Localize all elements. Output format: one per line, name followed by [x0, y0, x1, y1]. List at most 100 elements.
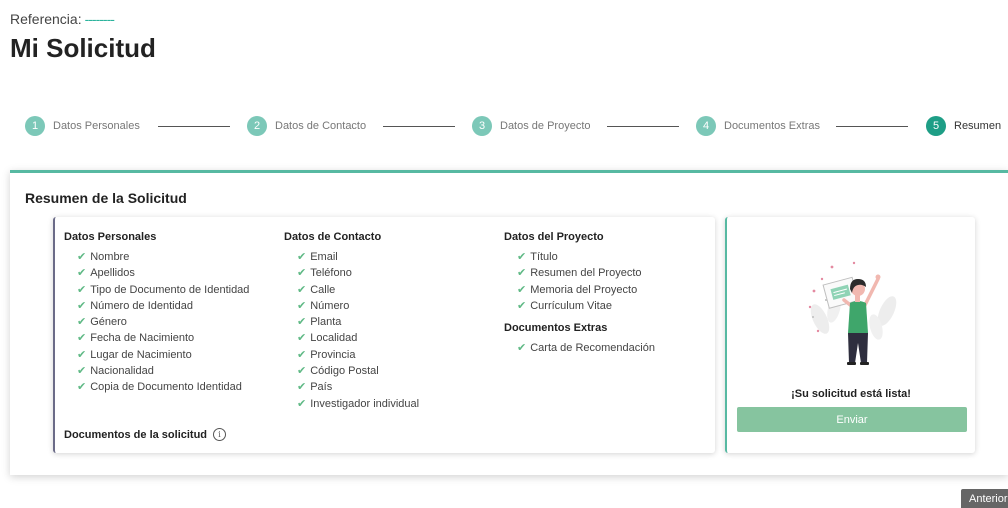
checked-item: ✔ Nacionalidad [77, 363, 249, 379]
check-icon: ✔ [77, 283, 87, 296]
checked-item-label: Número de Identidad [90, 299, 193, 312]
check-icon: ✔ [297, 348, 307, 361]
step-label: Resumen [954, 120, 1002, 132]
step-label: Datos Personales [53, 120, 140, 132]
checked-item-label: Tipo de Documento de Identidad [90, 283, 250, 296]
check-icon: ✔ [77, 332, 87, 345]
page-title: Mi Solicitud [10, 33, 156, 63]
checked-item: ✔ Investigador individual [297, 396, 419, 412]
send-button[interactable]: Enviar [737, 407, 967, 432]
checked-item-label: Copia de Documento Identidad [90, 381, 242, 394]
contact-data-column: Datos de Contacto ✔ Email ✔ Teléfono ✔ Calle ✔… [284, 231, 419, 412]
checked-item-label: Provincia [310, 348, 356, 361]
checked-item-label: Resumen del Proyecto [530, 267, 642, 280]
step-label: Datos de Contacto [275, 120, 367, 132]
check-icon: ✔ [517, 251, 527, 263]
checked-item: ✔ País [297, 379, 419, 395]
checked-item-label: Calle [310, 283, 336, 296]
checked-item-label: Email [310, 251, 338, 263]
personal-data-list: ✔ Nombre ✔ Apellidos ✔ Tipo de Documento de I… [64, 249, 249, 396]
checked-item-label: Localidad [310, 332, 358, 345]
checked-item-label: Currículum Vitae [530, 299, 612, 312]
checked-item: ✔ Teléfono [297, 265, 419, 281]
ready-message: ¡Su solicitud está lista! [791, 388, 911, 400]
step-number: 1 [25, 116, 45, 136]
checked-item-label: Lugar de Nacimiento [90, 348, 192, 361]
summary-card: Resumen de la Solicitud Datos Personales… [10, 170, 1008, 475]
check-icon: ✔ [297, 332, 307, 345]
checked-item: ✔ Código Postal [297, 363, 419, 379]
step-number: 3 [472, 116, 492, 136]
checked-item: ✔ Provincia [297, 347, 419, 363]
checked-item: ✔ Apellidos [77, 265, 249, 281]
checked-item-label: Apellidos [90, 267, 135, 280]
checked-item: ✔ Calle [297, 282, 419, 298]
checked-item: ✔ Carta de Recomendación [517, 340, 655, 356]
step-number: 2 [247, 116, 267, 136]
step-label: Datos de Proyecto [500, 120, 591, 132]
check-icon: ✔ [77, 348, 87, 361]
previous-button[interactable]: Anterior [961, 489, 1008, 508]
checked-item: ✔ Resumen del Proyecto [517, 265, 655, 281]
checked-item: ✔ Número [297, 298, 419, 314]
check-icon: ✔ [517, 342, 527, 355]
documents-label: Documentos de la solicitud [64, 428, 208, 441]
contact-data-heading: Datos de Contacto [284, 231, 382, 243]
reference-label: Referencia: [10, 11, 82, 27]
woman-celebrating-illustration [808, 261, 897, 365]
reference-line: Referencia: -------- [10, 11, 115, 27]
check-icon: ✔ [297, 397, 307, 410]
check-icon: ✔ [297, 251, 307, 263]
info-icon[interactable]: i [213, 428, 227, 441]
check-icon: ✔ [77, 365, 87, 378]
step-connector [158, 126, 230, 127]
checked-item-label: Nombre [90, 251, 130, 263]
checked-item: ✔ Tipo de Documento de Identidad [77, 282, 249, 298]
step-documentos-extras[interactable]: 4 Documentos Extras [696, 115, 820, 137]
project-data-column: Datos del Proyecto ✔ Título ✔ Resumen del P… [504, 231, 655, 356]
step-resumen[interactable]: 5 Resumen [926, 115, 1001, 137]
checked-item-label: Nacionalidad [90, 365, 154, 378]
project-data-list: ✔ Título ✔ Resumen del Proyecto ✔ Memoria del… [504, 249, 655, 314]
step-datos-personales[interactable]: 1 Datos Personales [25, 115, 140, 137]
check-icon: ✔ [297, 316, 307, 329]
step-datos-de-contacto[interactable]: 2 Datos de Contacto [247, 115, 366, 137]
check-icon: ✔ [77, 381, 87, 394]
checked-item: ✔ Memoria del Proyecto [517, 282, 655, 298]
ready-panel: ¡Su solicitud está lista! Enviar [725, 217, 975, 453]
step-datos-de-proyecto[interactable]: 3 Datos de Proyecto [472, 115, 591, 137]
project-data-heading: Datos del Proyecto [504, 231, 604, 243]
check-icon: ✔ [297, 267, 307, 280]
step-number: 4 [696, 116, 716, 136]
checked-item-label: Memoria del Proyecto [530, 283, 638, 296]
checked-item: ✔ Copia de Documento Identidad [77, 379, 249, 395]
step-connector [607, 126, 679, 127]
checked-item-label: Género [90, 316, 127, 329]
checked-item: ✔ Título [517, 249, 655, 265]
extra-documents-heading: Documentos Extras [504, 322, 608, 335]
step-connector [383, 126, 455, 127]
check-icon: ✔ [77, 316, 87, 329]
reference-value: -------- [84, 11, 115, 27]
checked-item-label: Investigador individual [310, 397, 420, 410]
check-icon: ✔ [77, 267, 87, 280]
checked-item: ✔ Currículum Vitae [517, 298, 655, 314]
checked-item-label: Teléfono [310, 267, 352, 280]
checked-item-label: Título [530, 251, 558, 263]
check-icon: ✔ [517, 283, 527, 296]
summary-panel: Datos Personales ✔ Nombre ✔ Apellidos ✔ Tipo … [53, 217, 715, 453]
check-icon: ✔ [297, 381, 307, 394]
check-icon: ✔ [297, 365, 307, 378]
checked-item-label: Número [310, 299, 350, 312]
checked-item: ✔ Número de Identidad [77, 298, 249, 314]
contact-data-list: ✔ Email ✔ Teléfono ✔ Calle ✔ Número ✔ Planta ✔ Loca… [284, 249, 419, 412]
documents-label-row: Documentos de la solicitud i [64, 428, 227, 441]
step-connector [836, 126, 908, 127]
stepper: 1 Datos Personales 2 Datos de Contacto 3… [25, 115, 1008, 137]
checked-item-label: Fecha de Nacimiento [90, 332, 195, 345]
check-icon: ✔ [517, 267, 527, 280]
step-label: Documentos Extras [724, 120, 820, 132]
check-icon: ✔ [77, 251, 87, 263]
summary-title: Resumen de la Solicitud [25, 190, 187, 206]
checked-item: ✔ Fecha de Nacimiento [77, 330, 249, 346]
